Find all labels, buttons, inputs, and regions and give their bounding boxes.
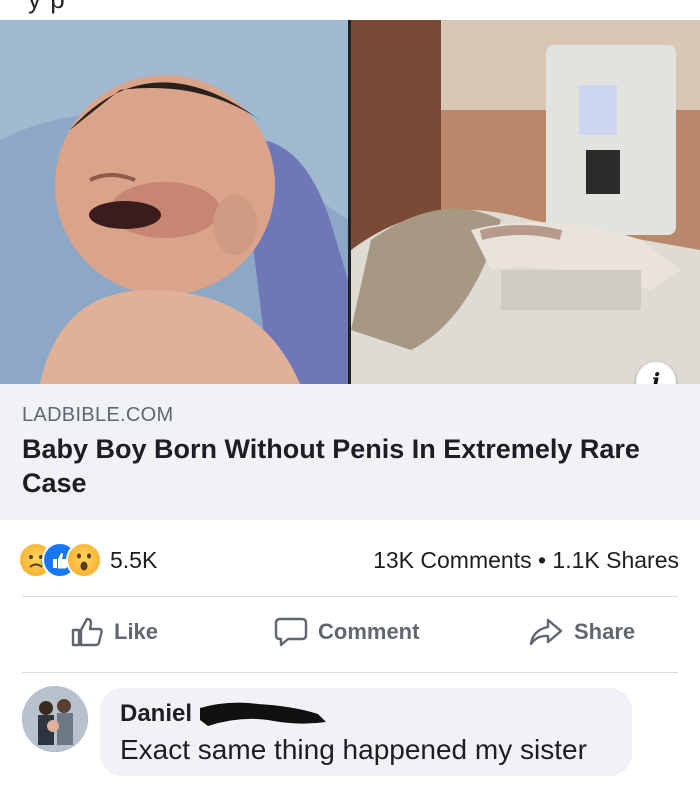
share-button[interactable]: Share [528, 616, 635, 648]
hospital-bed-photo [351, 20, 700, 384]
like-button[interactable]: Like [70, 616, 158, 648]
avatar[interactable] [22, 686, 88, 752]
comment: Daniel Exact same thing happened my sist… [0, 684, 700, 784]
redaction-scribble [200, 702, 326, 726]
wow-reaction-icon [66, 542, 102, 578]
action-bar: Like Comment Share [0, 604, 700, 662]
comment-bubble-icon [274, 617, 308, 647]
comment-text: Exact same thing happened my sister [120, 734, 587, 765]
comment-bubble[interactable]: Daniel Exact same thing happened my sist… [100, 688, 632, 776]
comment-author[interactable]: Daniel [120, 700, 192, 728]
reaction-icons[interactable] [18, 542, 108, 578]
comment-label: Comment [318, 619, 420, 644]
share-label: Share [574, 619, 636, 644]
link-preview-image[interactable] [0, 20, 700, 384]
divider-top [22, 596, 678, 597]
like-label: Like [114, 619, 159, 644]
post-stats: 5.5K 13K Comments • 1.1K Shares [0, 538, 700, 582]
comments-shares-count[interactable]: 13K Comments • 1.1K Shares [373, 547, 679, 574]
link-domain: LADBIBLE.COM [22, 404, 174, 426]
link-title[interactable]: Baby Boy Born Without Penis In Extremely… [22, 432, 682, 500]
divider-bottom [22, 672, 678, 673]
newborn-photo [0, 20, 348, 384]
share-arrow-icon [529, 618, 563, 646]
previous-post-text-fragment: y p [0, 0, 700, 20]
reaction-count[interactable]: 5.5K [110, 547, 157, 574]
comment-button[interactable]: Comment [274, 616, 419, 648]
like-thumb-icon [71, 617, 103, 647]
partial-text: y p [28, 0, 66, 15]
